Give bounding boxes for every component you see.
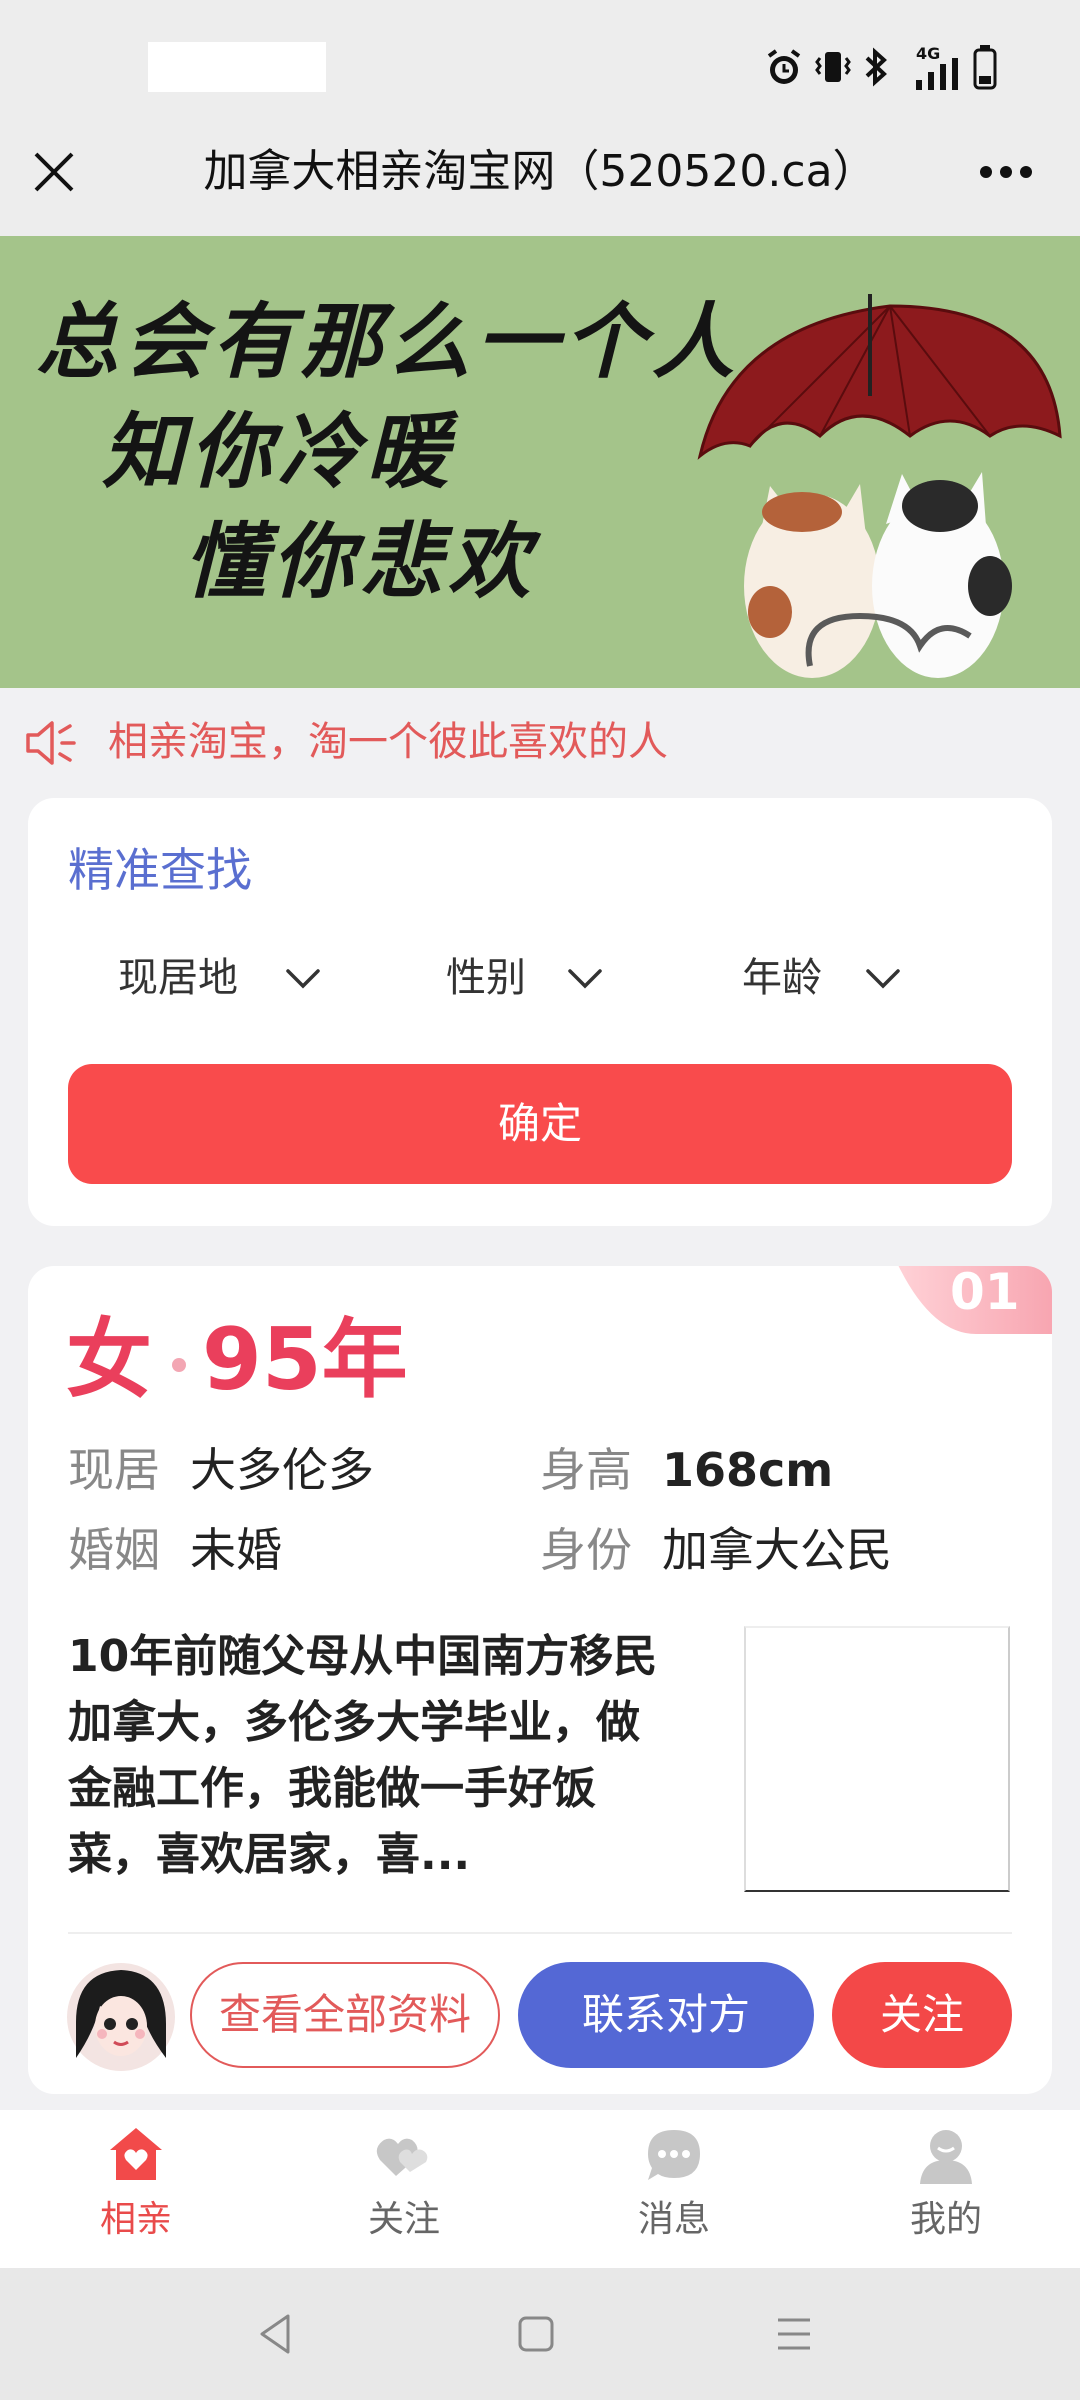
separator-dot	[172, 1358, 186, 1372]
filter-age[interactable]: 年龄	[742, 950, 942, 1014]
rank-badge-number: 01	[950, 1263, 1020, 1321]
banner-line-1: 总会有那么一个人	[36, 294, 740, 390]
marital-key: 婚姻	[68, 1523, 160, 1577]
filter-age-label: 年龄	[742, 955, 822, 1001]
vibrate-icon	[815, 52, 851, 82]
signal-4g-icon	[916, 58, 958, 90]
avatar[interactable]	[66, 1962, 176, 2072]
filter-gender-label: 性别	[446, 955, 526, 1001]
banner[interactable]: 总会有那么一个人 知你冷暖 懂你悲欢	[0, 236, 1080, 688]
umbrella-cats-illustration	[697, 294, 1062, 678]
follow-button[interactable]: 关注	[832, 1962, 1012, 2068]
tab-messages-label: 消息	[637, 2199, 710, 2240]
page-title: 加拿大相亲淘宝网（520520.ca）	[203, 146, 877, 197]
close-icon[interactable]	[30, 148, 78, 196]
chat-bubble-icon	[648, 2130, 700, 2180]
chevron-down-icon	[286, 969, 320, 989]
filter-residence[interactable]: 现居地	[118, 950, 348, 1014]
status-bar: 4G	[0, 0, 1080, 128]
profile-photo[interactable]	[744, 1626, 1010, 1892]
citizenship-value: 加拿大公民	[662, 1523, 892, 1577]
banner-line-2: 知你冷暖	[102, 404, 454, 500]
tab-follow-label: 关注	[367, 2199, 440, 2240]
search-card-title: 精准查找	[68, 843, 252, 897]
residence-value: 大多伦多	[190, 1443, 374, 1497]
view-full-profile-button[interactable]: 查看全部资料	[190, 1962, 500, 2068]
banner-line-3: 懂你悲欢	[184, 514, 536, 610]
residence-key: 现居	[68, 1443, 160, 1497]
notice-text: 相亲淘宝，淘一个彼此喜欢的人	[108, 719, 668, 765]
tab-home[interactable]: 相亲	[36, 2124, 236, 2254]
redacted-time	[148, 42, 326, 92]
bluetooth-icon	[865, 47, 887, 87]
marital-value: 未婚	[190, 1523, 282, 1577]
card-divider	[68, 1932, 1012, 1934]
hearts-icon	[376, 2138, 428, 2176]
back-icon[interactable]	[256, 2310, 296, 2358]
tab-follow[interactable]: 关注	[304, 2124, 504, 2254]
filter-gender[interactable]: 性别	[446, 950, 646, 1014]
home-icon[interactable]	[516, 2314, 556, 2354]
height-value: 168cm	[662, 1443, 834, 1497]
tab-me[interactable]: 我的	[846, 2124, 1046, 2254]
menu-icon[interactable]	[774, 2314, 814, 2354]
height-key: 身高	[540, 1443, 632, 1497]
more-icon[interactable]	[978, 160, 1034, 184]
profile-description: 10年前随父母从中国南方移民加拿大，多伦多大学毕业，做金融工作，我能做一手好饭菜…	[68, 1631, 658, 1880]
contact-button[interactable]: 联系对方	[518, 1962, 814, 2068]
user-icon	[920, 2130, 972, 2184]
chevron-down-icon	[568, 969, 602, 989]
home-heart-icon	[110, 2128, 162, 2180]
speaker-icon	[26, 721, 76, 765]
citizenship-key: 身份	[540, 1523, 632, 1577]
tab-home-label: 相亲	[99, 2199, 172, 2240]
confirm-button[interactable]: 确定	[68, 1064, 1012, 1184]
battery-icon	[973, 45, 997, 90]
alarm-icon	[767, 49, 801, 84]
chevron-down-icon	[866, 969, 900, 989]
profile-gender: 女	[66, 1310, 152, 1410]
tab-messages[interactable]: 消息	[574, 2124, 774, 2254]
filter-residence-label: 现居地	[118, 955, 238, 1001]
tab-me-label: 我的	[909, 2199, 982, 2240]
profile-birth-year: 95年	[202, 1310, 408, 1410]
